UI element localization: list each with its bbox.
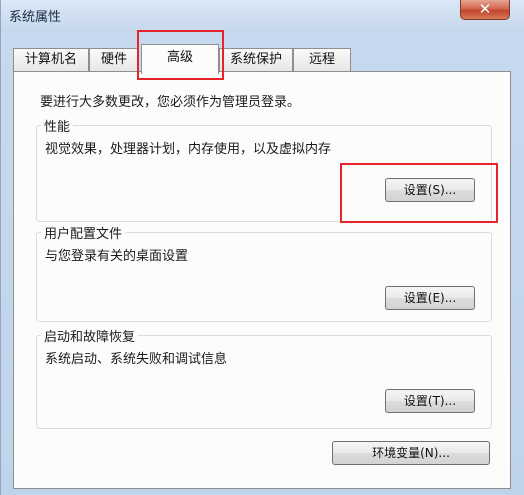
- performance-settings-button[interactable]: 设置(S)...: [385, 178, 475, 202]
- performance-group: 性能 视觉效果，处理器计划，内存使用，以及虚拟内存 设置(S)...: [36, 116, 492, 222]
- close-icon: ✕: [478, 0, 492, 18]
- user-profiles-group: 用户配置文件 与您登录有关的桌面设置 设置(E)...: [36, 223, 492, 322]
- admin-notice: 要进行大多数更改，您必须作为管理员登录。: [40, 95, 301, 110]
- user-profiles-description: 与您登录有关的桌面设置: [45, 249, 189, 264]
- system-properties-window: 系统属性 ✕ 计算机名 硬件 高级 系统保护 远程 要进行大多数更改，您必须作为…: [0, 0, 524, 495]
- tab-hardware[interactable]: 硬件: [89, 48, 139, 72]
- user-profiles-legend: 用户配置文件: [41, 223, 126, 242]
- advanced-tab-panel: 要进行大多数更改，您必须作为管理员登录。 性能 视觉效果，处理器计划，内存使用，…: [13, 71, 511, 489]
- window-title: 系统属性: [9, 10, 62, 25]
- tab-system-protection[interactable]: 系统保护: [219, 48, 293, 72]
- startup-recovery-group: 启动和故障恢复 系统启动、系统失败和调试信息 设置(T)...: [36, 326, 492, 429]
- tab-computer-name[interactable]: 计算机名: [13, 48, 89, 72]
- performance-legend: 性能: [41, 116, 74, 135]
- title-bar[interactable]: 系统属性 ✕: [1, 0, 524, 28]
- startup-recovery-description: 系统启动、系统失败和调试信息: [45, 352, 228, 367]
- tab-strip: 计算机名 硬件 高级 系统保护 远程: [13, 44, 523, 74]
- tab-remote[interactable]: 远程: [293, 48, 351, 72]
- startup-recovery-legend: 启动和故障恢复: [41, 326, 139, 345]
- user-profiles-settings-button[interactable]: 设置(E)...: [385, 286, 475, 310]
- startup-recovery-settings-button[interactable]: 设置(T)...: [385, 389, 475, 413]
- close-button[interactable]: ✕: [460, 0, 510, 20]
- tab-advanced[interactable]: 高级: [141, 44, 219, 74]
- performance-description: 视觉效果，处理器计划，内存使用，以及虚拟内存: [45, 142, 332, 157]
- environment-variables-button[interactable]: 环境变量(N)...: [332, 441, 490, 465]
